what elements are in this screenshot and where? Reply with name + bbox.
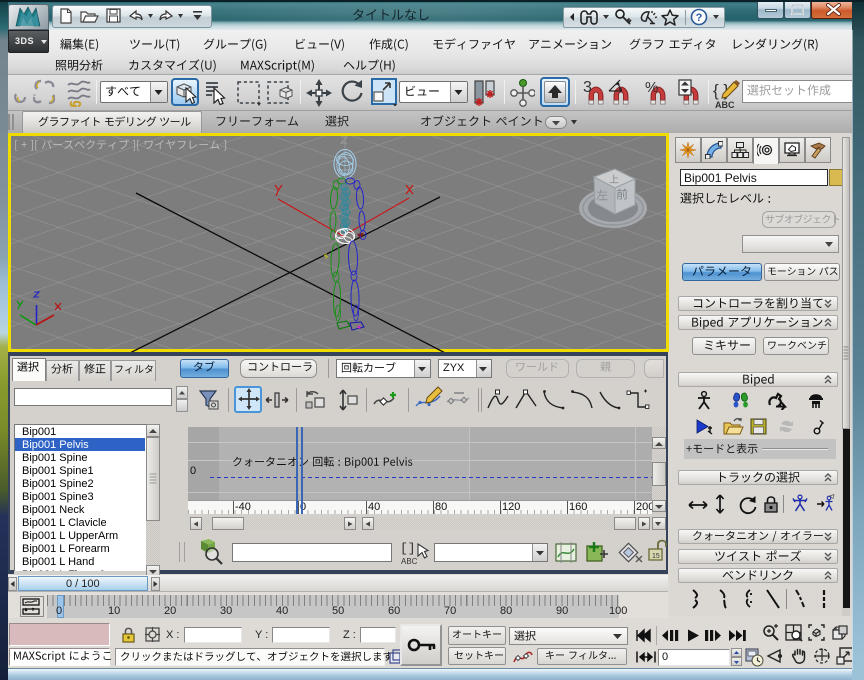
svg-text:?: ?	[696, 12, 703, 24]
svg-text:ABC: ABC	[715, 100, 735, 110]
svg-text:15: 15	[652, 553, 660, 560]
svg-text:%: %	[645, 79, 658, 96]
svg-text:ABC: ABC	[401, 557, 418, 566]
svg-text:[]: []	[400, 541, 416, 556]
svg-text:3: 3	[583, 79, 592, 96]
